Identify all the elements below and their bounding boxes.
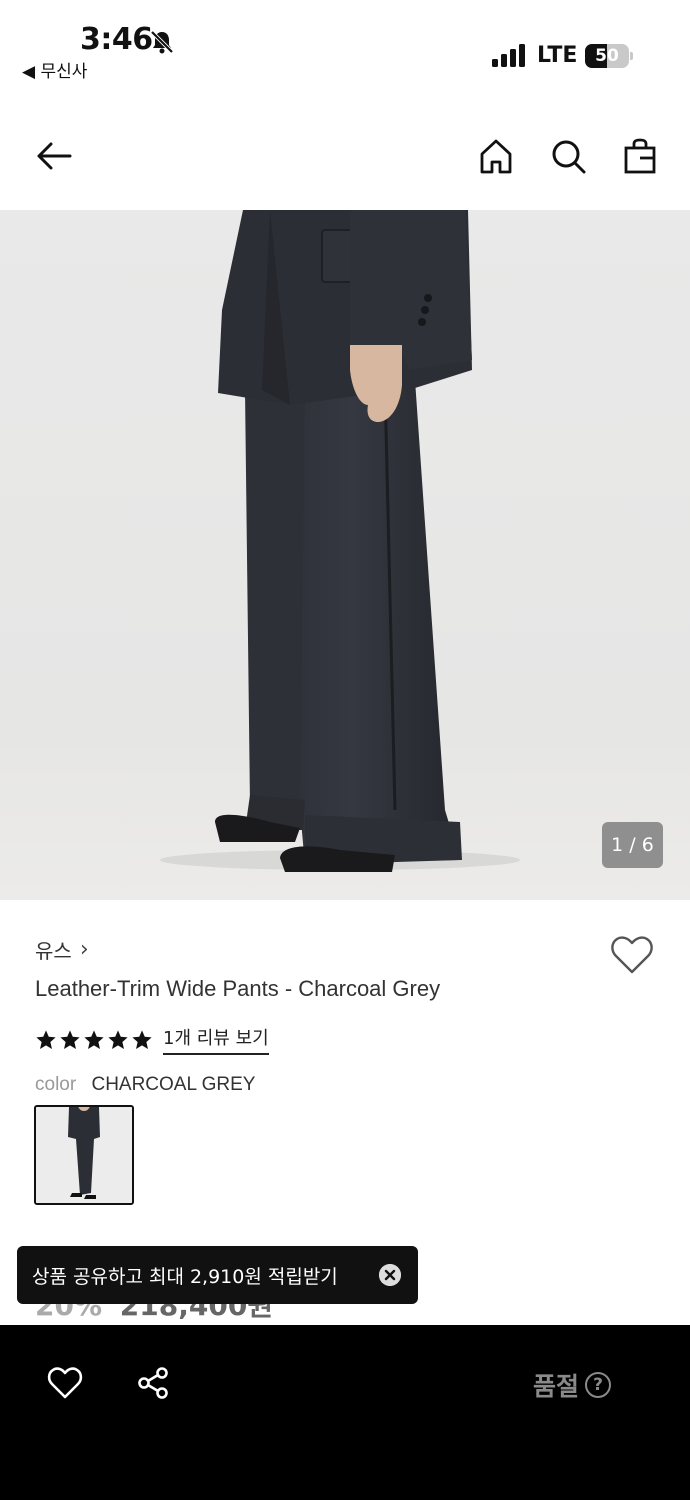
back-to-app-link[interactable]: ◀ 무신사: [22, 57, 87, 82]
rating-row: 1개 리뷰 보기: [35, 1024, 269, 1055]
color-value: CHARCOAL GREY: [91, 1074, 256, 1095]
star-icon: [84, 1029, 104, 1049]
product-photo: [160, 210, 520, 872]
soldout-status: 품절 ?: [533, 1367, 612, 1403]
home-icon[interactable]: [476, 136, 516, 176]
color-swatch-thumbnail[interactable]: [34, 1105, 134, 1205]
help-icon[interactable]: ?: [585, 1372, 612, 1398]
swatch-image: [36, 1107, 132, 1203]
bell-muted-icon: [150, 30, 174, 54]
star-rating: [35, 1029, 153, 1051]
soldout-label: 품절: [533, 1372, 580, 1401]
star-icon: [108, 1029, 128, 1049]
status-time: 3:46: [80, 22, 153, 57]
color-label: color: [35, 1074, 77, 1095]
image-counter: 1 / 6: [602, 822, 663, 868]
star-icon: [60, 1029, 80, 1049]
back-arrow-icon[interactable]: [34, 136, 74, 176]
status-bar: 3:46 ◀ 무신사 LTE 50: [0, 0, 690, 100]
product-title: Leather-Trim Wide Pants - Charcoal Grey: [35, 976, 441, 1001]
top-nav-bar: [0, 100, 690, 210]
bottom-action-bar: 품절 ?: [0, 1325, 690, 1500]
close-icon[interactable]: [379, 1264, 401, 1286]
brand-name: 유스: [35, 939, 72, 963]
star-icon: [132, 1029, 152, 1049]
review-link[interactable]: 1개 리뷰 보기: [163, 1024, 269, 1055]
shopping-bag-icon[interactable]: [620, 136, 660, 176]
battery-icon: 50: [585, 44, 633, 68]
search-icon[interactable]: [548, 136, 588, 176]
share-icon[interactable]: [135, 1365, 171, 1401]
color-row: color CHARCOAL GREY: [35, 1074, 255, 1096]
wishlist-heart-icon[interactable]: [610, 935, 654, 975]
product-image-gallery[interactable]: 1 / 6: [0, 210, 690, 900]
brand-link[interactable]: 유스 ›: [35, 935, 89, 964]
toast-text: 상품 공유하고 최대 2,910원 적립받기: [32, 1265, 338, 1288]
share-reward-toast[interactable]: 상품 공유하고 최대 2,910원 적립받기: [17, 1246, 418, 1304]
signal-icon: [492, 44, 525, 67]
star-icon: [36, 1029, 56, 1049]
chevron-right-icon: ›: [79, 937, 89, 962]
battery-percent: 50: [595, 46, 619, 66]
heart-icon[interactable]: [47, 1365, 83, 1401]
network-type: LTE: [537, 43, 578, 68]
